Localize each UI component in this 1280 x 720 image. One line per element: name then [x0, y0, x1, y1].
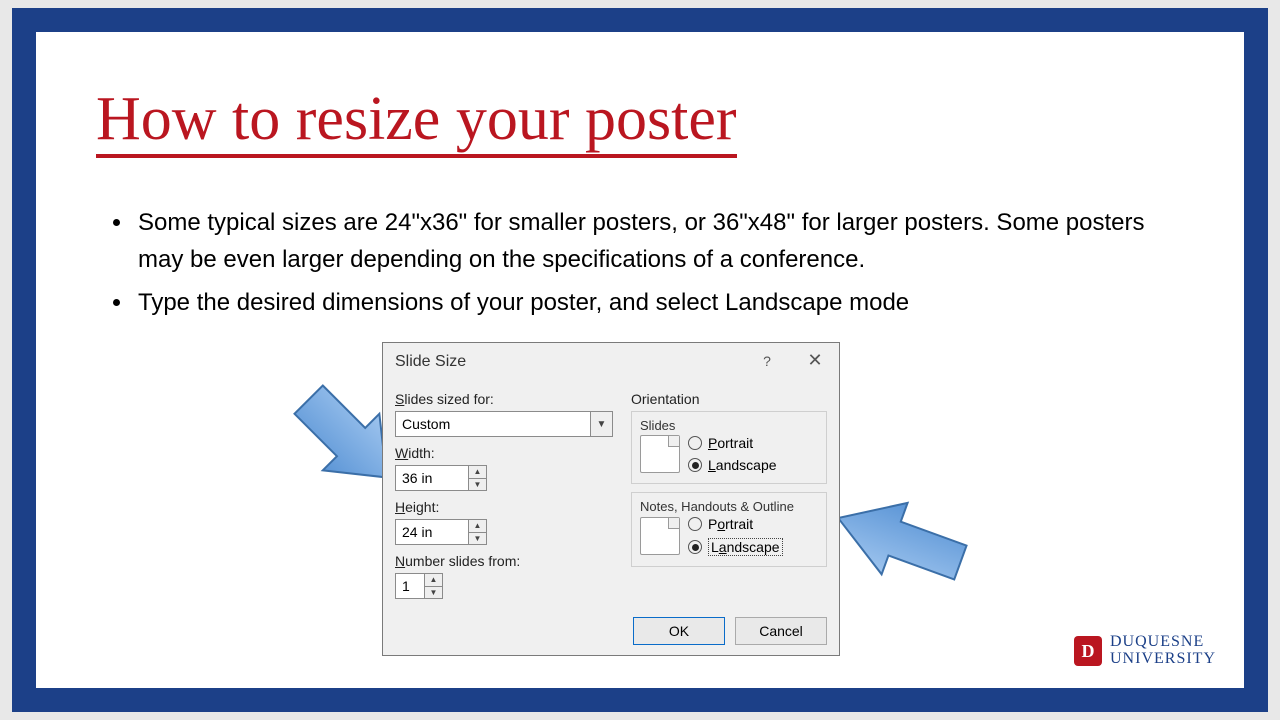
slides-group-label: Slides [640, 418, 818, 433]
radio-icon [688, 540, 702, 554]
dialog-title: Slide Size [395, 353, 466, 371]
slides-sized-for-select[interactable]: Custom ▼ [395, 411, 613, 437]
height-spinner[interactable]: ▲▼ [468, 520, 486, 544]
dialog-buttons: OK Cancel [633, 617, 827, 645]
height-input[interactable]: 24 in ▲▼ [395, 519, 487, 545]
height-label: Height: [395, 499, 613, 515]
width-input[interactable]: 36 in ▲▼ [395, 465, 487, 491]
dialog-right-column: Orientation Slides Portrait Landscape [631, 387, 827, 567]
radio-icon [688, 436, 702, 450]
bullet-item: Some typical sizes are 24"x36" for small… [134, 204, 1194, 278]
notes-group-label: Notes, Handouts & Outline [640, 499, 818, 514]
slides-portrait-radio[interactable]: Portrait [688, 435, 777, 451]
help-icon[interactable]: ? [751, 347, 783, 375]
slides-landscape-radio[interactable]: Landscape [688, 457, 777, 473]
ok-button[interactable]: OK [633, 617, 725, 645]
height-value: 24 in [396, 524, 468, 540]
bullet-list: Some typical sizes are 24"x36" for small… [100, 204, 1194, 328]
slide-size-dialog: Slide Size ? ✕ Slides sized for: Custom … [382, 342, 840, 656]
width-spinner[interactable]: ▲▼ [468, 466, 486, 490]
number-from-label: Number slides from: [395, 553, 613, 569]
arrow-right-icon [824, 482, 984, 602]
number-spinner[interactable]: ▲▼ [424, 574, 442, 598]
number-from-input[interactable]: 1 ▲▼ [395, 573, 443, 599]
cancel-button[interactable]: Cancel [735, 617, 827, 645]
logo-badge: D [1074, 636, 1102, 666]
page-title: How to resize your poster [96, 87, 737, 158]
width-label: Width: [395, 445, 613, 461]
duquesne-logo: D DUQUESNE UNIVERSITY [1074, 634, 1216, 668]
logo-text: DUQUESNE UNIVERSITY [1110, 634, 1216, 668]
dialog-left-column: Slides sized for: Custom ▼ Width: 36 in … [395, 387, 613, 599]
notes-orientation-group: Notes, Handouts & Outline Portrait Lands… [631, 492, 827, 567]
notes-landscape-radio[interactable]: Landscape [688, 538, 783, 556]
notes-portrait-radio[interactable]: Portrait [688, 516, 783, 532]
radio-icon [688, 458, 702, 472]
page-icon [640, 435, 680, 473]
slides-sized-for-label: Slides sized for: [395, 391, 613, 407]
number-from-value: 1 [396, 578, 424, 594]
bullet-item: Type the desired dimensions of your post… [134, 284, 1194, 321]
slide: How to resize your poster Some typical s… [12, 8, 1268, 712]
chevron-down-icon[interactable]: ▼ [590, 412, 612, 436]
orientation-label: Orientation [631, 391, 827, 407]
slides-orientation-group: Slides Portrait Landscape [631, 411, 827, 484]
width-value: 36 in [396, 470, 468, 486]
close-icon[interactable]: ✕ [799, 347, 831, 375]
combo-value: Custom [396, 416, 590, 432]
page-icon [640, 517, 680, 555]
radio-icon [688, 517, 702, 531]
